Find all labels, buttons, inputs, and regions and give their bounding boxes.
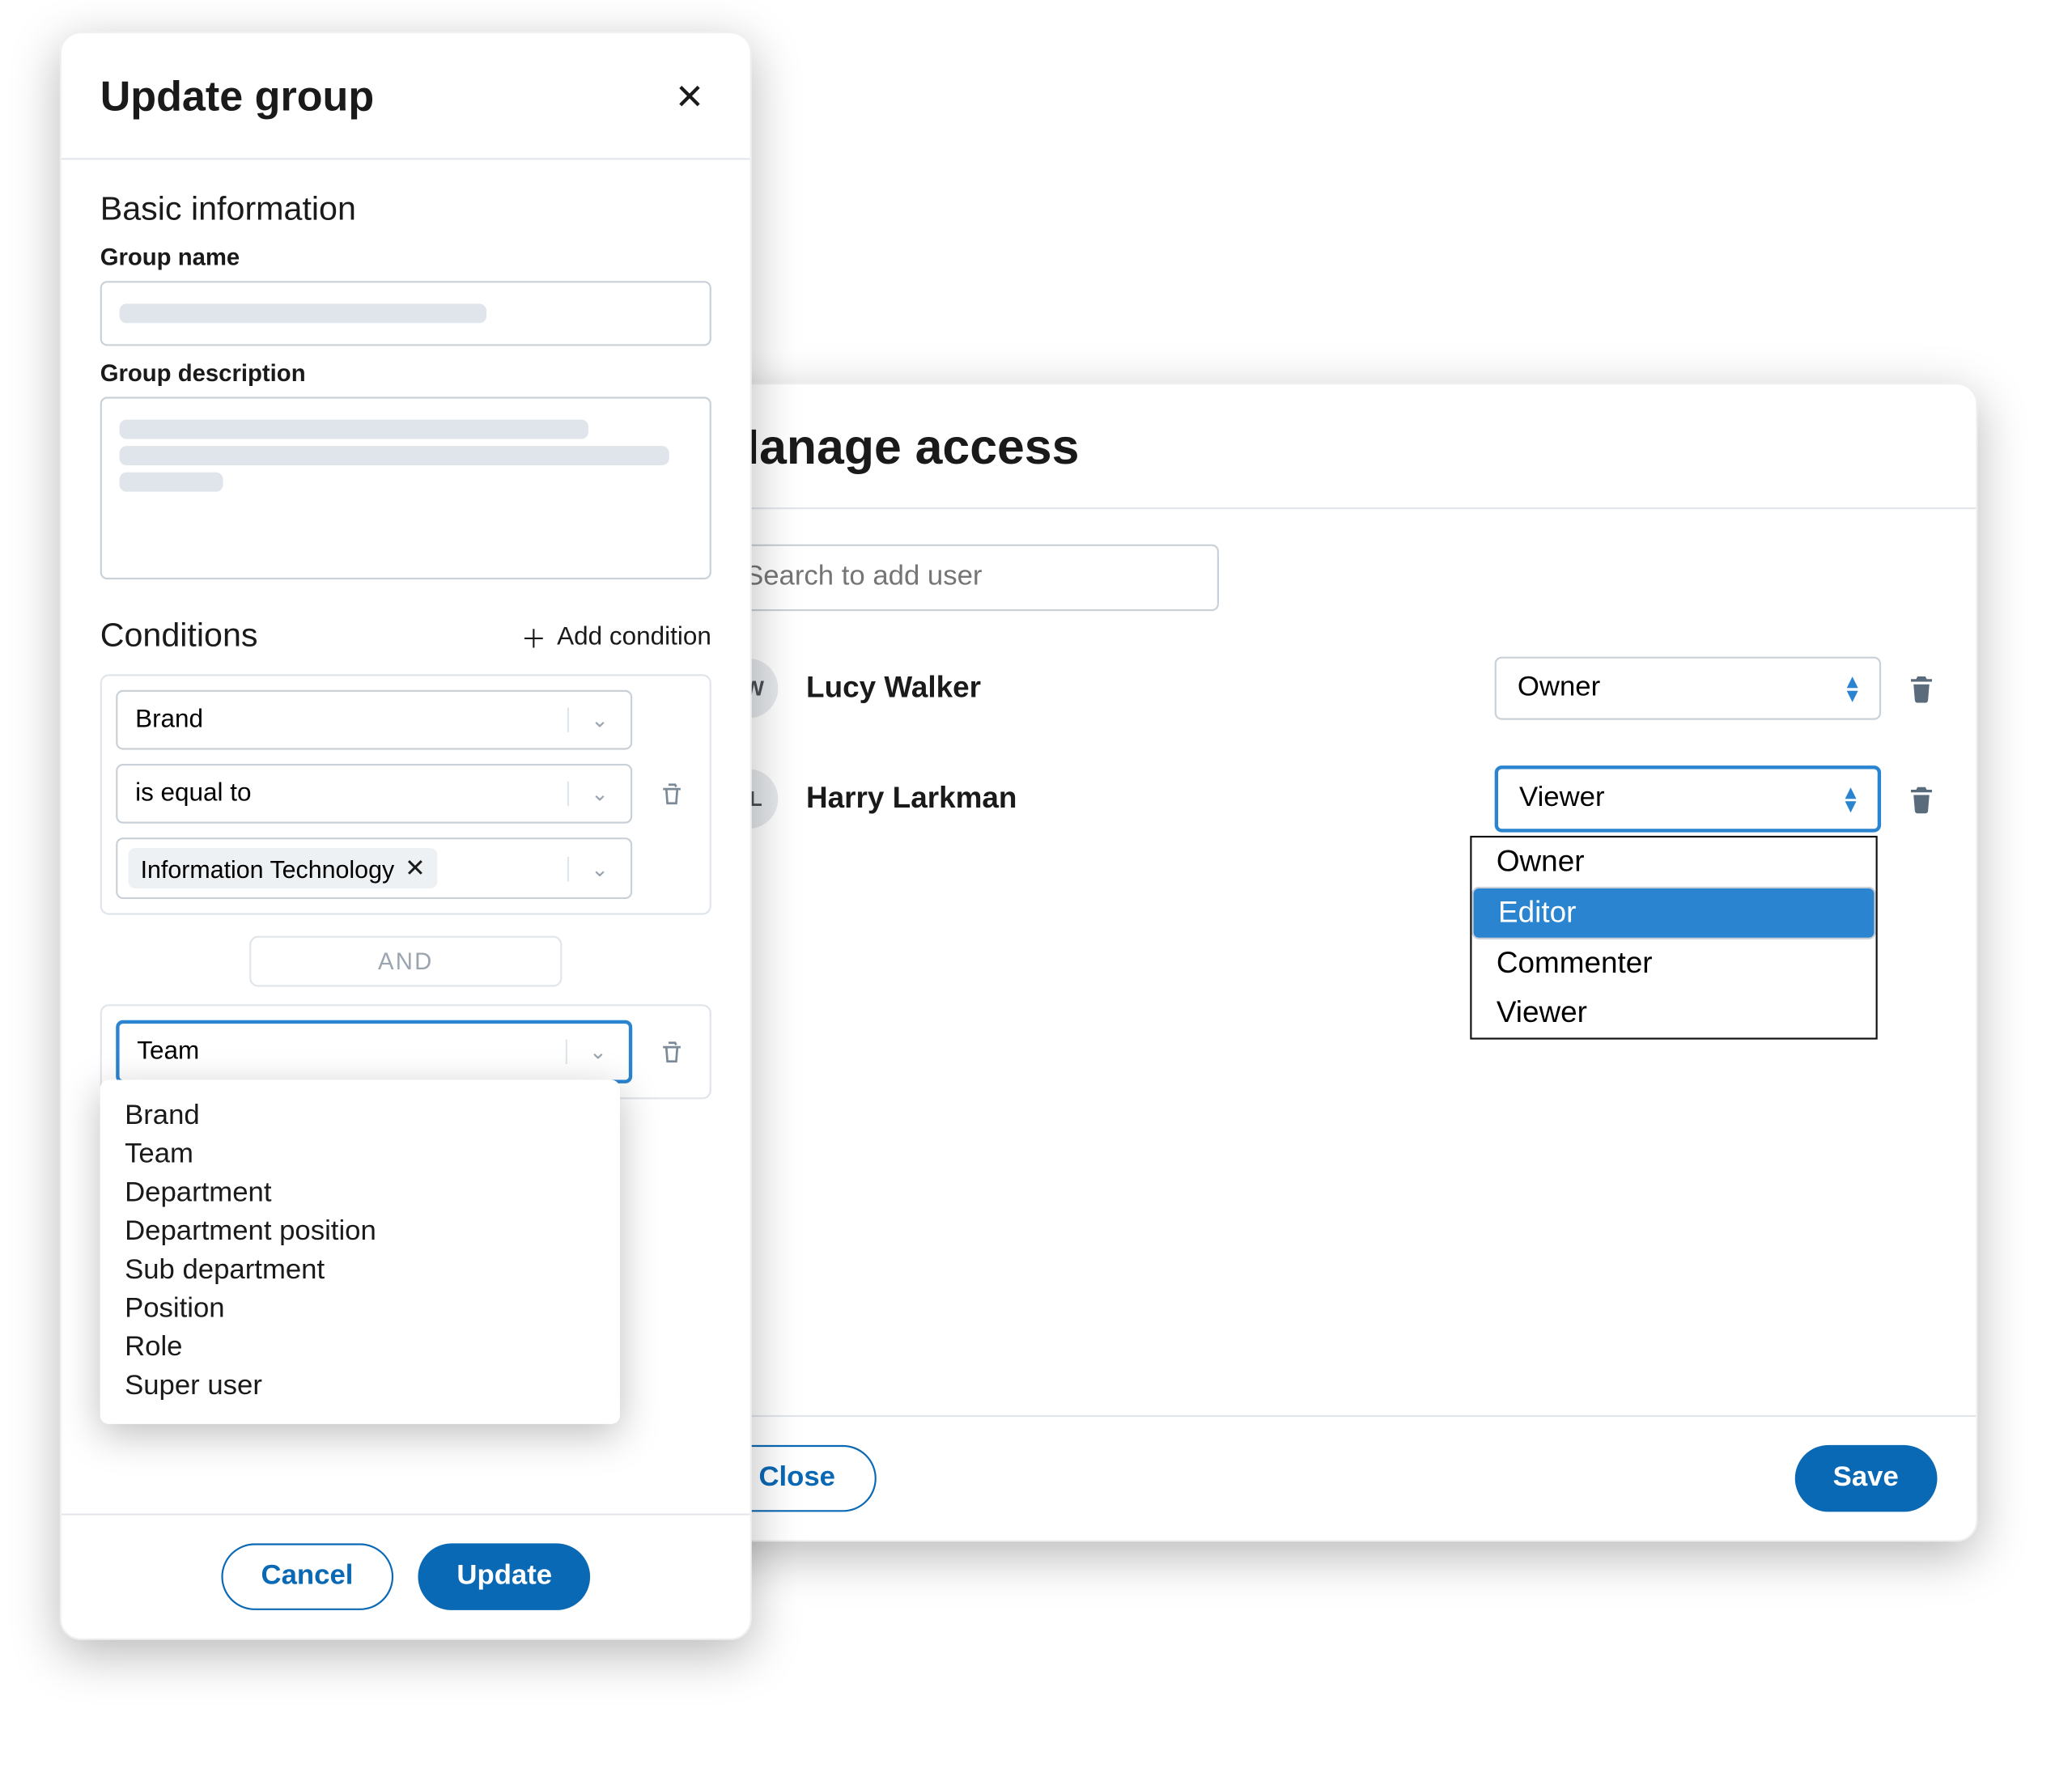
group-name-label: Group name — [100, 244, 711, 271]
chevron-down-icon: ⌄ — [566, 1040, 629, 1064]
chevron-down-icon: ⌄ — [567, 856, 631, 880]
condition-value-select[interactable]: Information Technology ✕ ⌄ — [116, 837, 632, 899]
trash-icon — [1905, 782, 1937, 816]
manage-access-header: Manage access — [680, 384, 1976, 509]
role-option-viewer[interactable]: Viewer — [1471, 989, 1875, 1038]
group-description-label: Group description — [100, 360, 711, 387]
field-option-super-user[interactable]: Super user — [100, 1367, 620, 1406]
value-chip-label: Information Technology — [141, 854, 395, 883]
placeholder-skeleton — [120, 303, 486, 323]
update-group-footer: Cancel Update — [62, 1514, 750, 1639]
manage-access-body: LW Lucy Walker Owner ▴▾ HL Harry Larkman… — [680, 509, 1976, 1415]
manage-access-footer: Close Save — [680, 1415, 1976, 1540]
field-option-role[interactable]: Role — [100, 1329, 620, 1368]
update-group-body: Basic information Group name Group descr… — [62, 159, 750, 1513]
logic-and-pill: AND — [250, 936, 562, 987]
basic-info-heading: Basic information — [100, 192, 711, 231]
role-option-owner[interactable]: Owner — [1471, 837, 1875, 887]
trash-icon — [658, 1037, 685, 1066]
field-option-position[interactable]: Position — [100, 1291, 620, 1329]
field-option-department-position[interactable]: Department position — [100, 1213, 620, 1252]
condition-field-select[interactable]: Brand ⌄ — [116, 690, 632, 750]
field-option-sub-department[interactable]: Sub department — [100, 1252, 620, 1291]
delete-condition-button[interactable] — [647, 690, 696, 899]
field-option-brand[interactable]: Brand — [100, 1097, 620, 1136]
field-option-department[interactable]: Department — [100, 1175, 620, 1214]
condition-operator-value: is equal to — [117, 765, 567, 821]
group-description-input[interactable] — [100, 396, 711, 579]
role-select-value: Owner — [1518, 672, 1600, 704]
remove-user-button[interactable] — [1905, 671, 1937, 706]
update-group-panel: Update group ✕ Basic information Group n… — [60, 32, 752, 1640]
sort-icon: ▴▾ — [1845, 785, 1857, 812]
plus-icon: ＋ — [521, 619, 546, 656]
save-button[interactable]: Save — [1794, 1445, 1938, 1512]
placeholder-skeleton — [120, 446, 669, 465]
role-option-editor[interactable]: Editor — [1471, 887, 1875, 939]
manage-access-panel: Manage access LW Lucy Walker Owner ▴▾ HL… — [678, 383, 1978, 1541]
trash-icon — [1905, 671, 1937, 706]
user-row: LW Lucy Walker Owner ▴▾ — [719, 657, 1938, 720]
add-condition-label: Add condition — [557, 623, 711, 651]
logic-connector-row: AND — [100, 936, 711, 987]
role-select[interactable]: Viewer ▴▾ — [1495, 765, 1881, 832]
search-add-user-input[interactable] — [719, 545, 1219, 611]
placeholder-skeleton — [120, 473, 223, 492]
value-chip: Information Technology ✕ — [128, 848, 437, 888]
chevron-down-icon: ⌄ — [567, 782, 631, 806]
remove-user-button[interactable] — [1905, 782, 1937, 816]
conditions-heading: Conditions — [100, 618, 258, 657]
condition-field-select[interactable]: Team ⌄ — [116, 1020, 632, 1083]
sort-icon: ▴▾ — [1847, 675, 1858, 702]
update-group-header: Update group ✕ — [62, 33, 750, 159]
condition-field-value: Team — [120, 1024, 566, 1079]
cancel-button[interactable]: Cancel — [221, 1543, 394, 1609]
condition-field-dropdown: Brand Team Department Department positio… — [100, 1080, 620, 1424]
role-option-commenter[interactable]: Commenter — [1471, 939, 1875, 989]
role-dropdown: Owner Editor Commenter Viewer — [1470, 836, 1877, 1040]
condition-block: Brand ⌄ is equal to ⌄ Information Techno… — [100, 674, 711, 914]
delete-condition-button[interactable] — [647, 1020, 696, 1083]
user-name: Harry Larkman — [806, 782, 1495, 816]
condition-operator-select[interactable]: is equal to ⌄ — [116, 764, 632, 824]
placeholder-skeleton — [120, 420, 589, 439]
role-select[interactable]: Owner ▴▾ — [1495, 657, 1881, 720]
close-icon[interactable]: ✕ — [668, 69, 711, 127]
user-name: Lucy Walker — [806, 671, 1495, 706]
user-row: HL Harry Larkman Viewer ▴▾ Owner Editor … — [719, 765, 1938, 832]
remove-chip-icon[interactable]: ✕ — [405, 854, 425, 884]
trash-icon — [658, 779, 685, 809]
update-button[interactable]: Update — [418, 1543, 591, 1609]
conditions-header-row: Conditions ＋ Add condition — [100, 618, 711, 657]
update-group-title: Update group — [100, 73, 375, 122]
role-select-value: Viewer — [1519, 783, 1605, 815]
condition-field-value: Brand — [117, 692, 567, 748]
chevron-down-icon: ⌄ — [567, 708, 631, 732]
group-name-input[interactable] — [100, 281, 711, 346]
add-condition-button[interactable]: ＋ Add condition — [521, 619, 711, 656]
field-option-team[interactable]: Team — [100, 1136, 620, 1175]
manage-access-title: Manage access — [719, 420, 1080, 476]
condition-block: Team ⌄ Brand Team Department Department … — [100, 1004, 711, 1099]
